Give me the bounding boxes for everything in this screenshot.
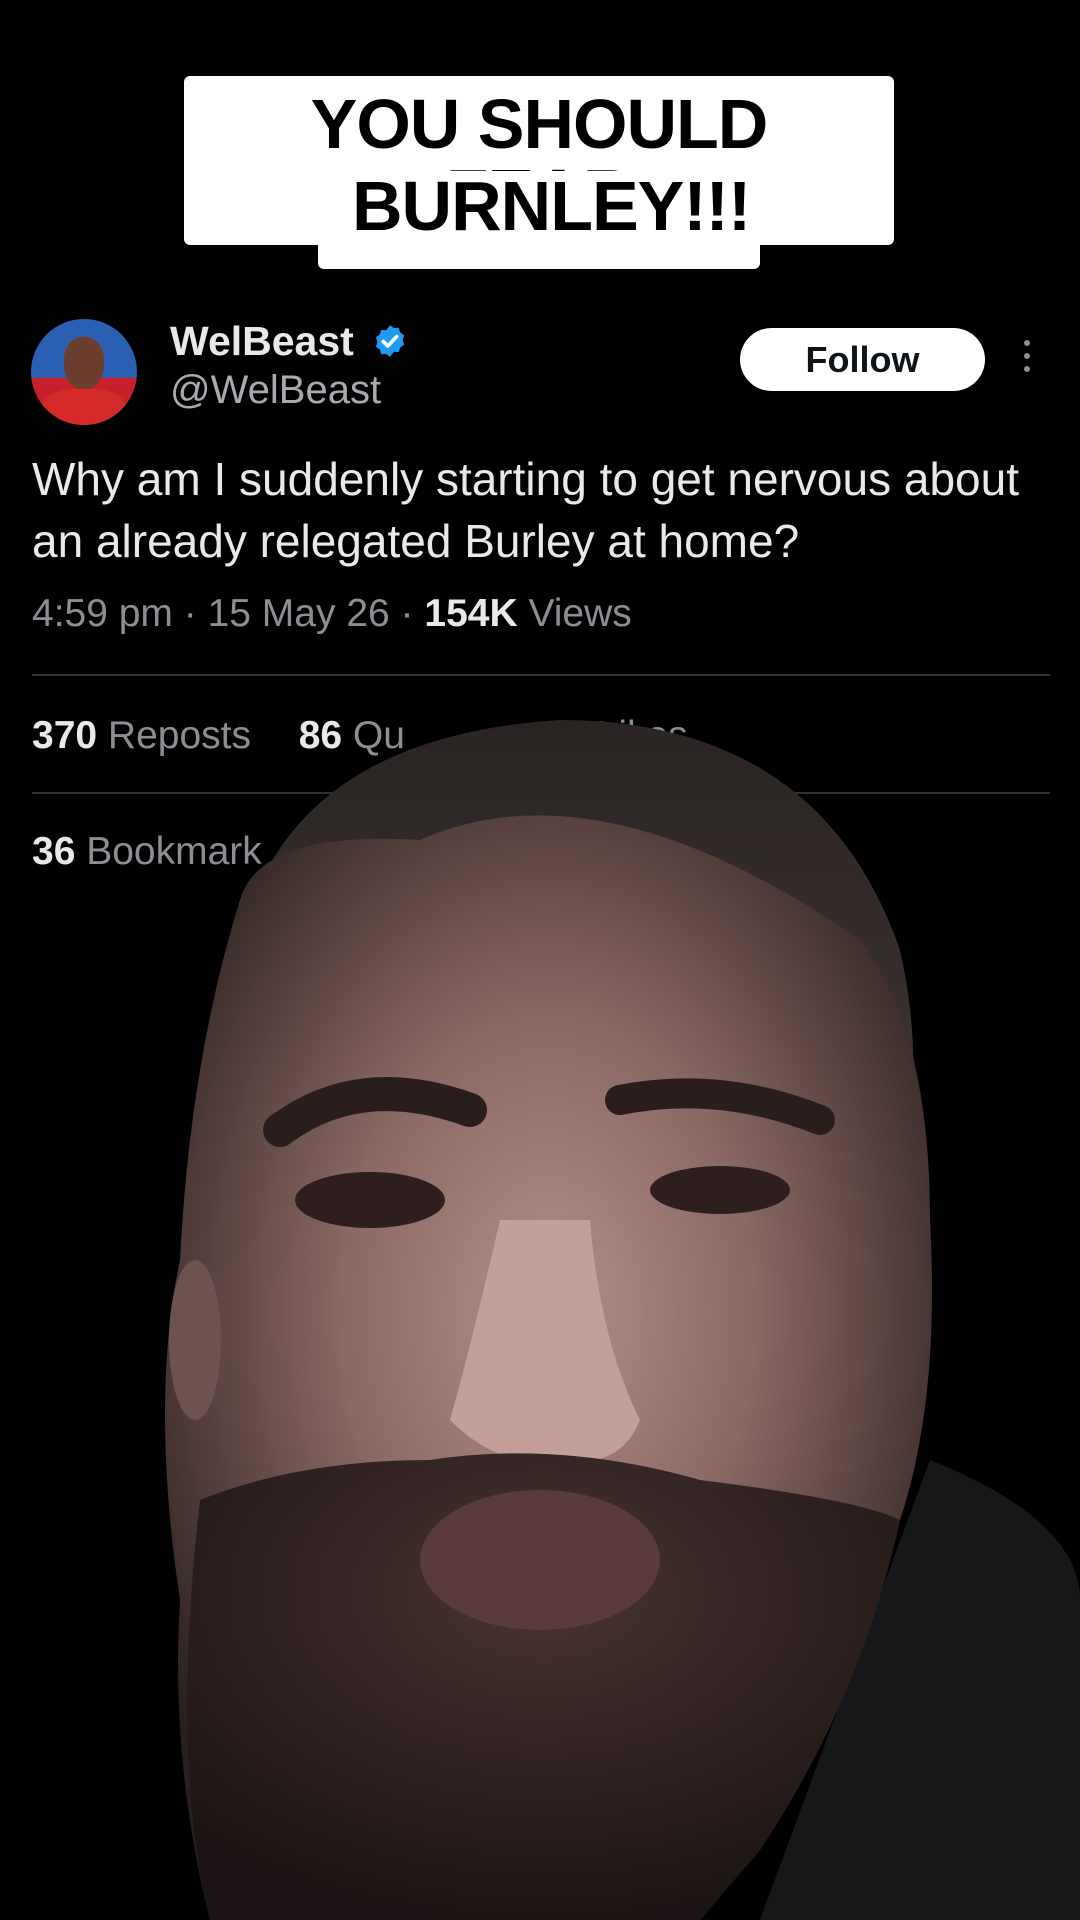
user-handle[interactable]: @WelBeast	[170, 368, 381, 413]
person-hair	[230, 720, 914, 1120]
likes-label[interactable]: Likes	[597, 714, 688, 757]
person-brow-left	[263, 1077, 487, 1147]
person-eye-right	[650, 1166, 790, 1214]
person-mouth	[420, 1490, 660, 1630]
display-name[interactable]: WelBeast	[170, 318, 354, 365]
reposts-count[interactable]: 370	[32, 714, 97, 757]
divider	[32, 674, 1050, 676]
bookmarks-count: 36	[32, 830, 76, 873]
reposts-label[interactable]: Reposts	[108, 714, 251, 757]
more-options-icon[interactable]	[1020, 340, 1034, 380]
tweet-text: Why am I suddenly starting to get nervou…	[32, 453, 1019, 567]
tweet-time: 4:59 pm	[32, 592, 173, 635]
views-count: 154K	[424, 592, 518, 635]
views-label: Views	[528, 592, 632, 635]
avatar[interactable]	[31, 319, 137, 425]
person-ear	[169, 1260, 221, 1420]
person-face	[165, 815, 932, 1920]
person-nose	[450, 1220, 640, 1462]
bookmarks-stat[interactable]: 36 Bookmark	[32, 830, 262, 874]
avatar-shirt	[41, 389, 127, 425]
tweet-date: 15 May 26	[207, 592, 390, 635]
caption-line-2: BURNLEY!!!	[318, 171, 760, 269]
tweet-meta: 4:59 pm · 15 May 26 · 154K Views	[32, 592, 632, 635]
engagement-stats: 370 Reposts 86 Qu Likes	[32, 714, 688, 758]
person-body	[760, 1460, 1080, 1920]
verified-badge-icon	[375, 325, 405, 357]
divider	[32, 792, 1050, 794]
quotes-label[interactable]: Qu	[353, 714, 405, 757]
avatar-face	[64, 337, 104, 389]
bookmarks-label: Bookmark	[86, 830, 262, 873]
follow-button[interactable]: Follow	[740, 328, 985, 391]
quotes-count[interactable]: 86	[299, 714, 342, 757]
person-brow-right	[605, 1078, 835, 1135]
person-beard	[187, 1453, 901, 1920]
person-eye-left	[295, 1172, 445, 1228]
webcam-person-overlay	[165, 720, 1080, 1920]
